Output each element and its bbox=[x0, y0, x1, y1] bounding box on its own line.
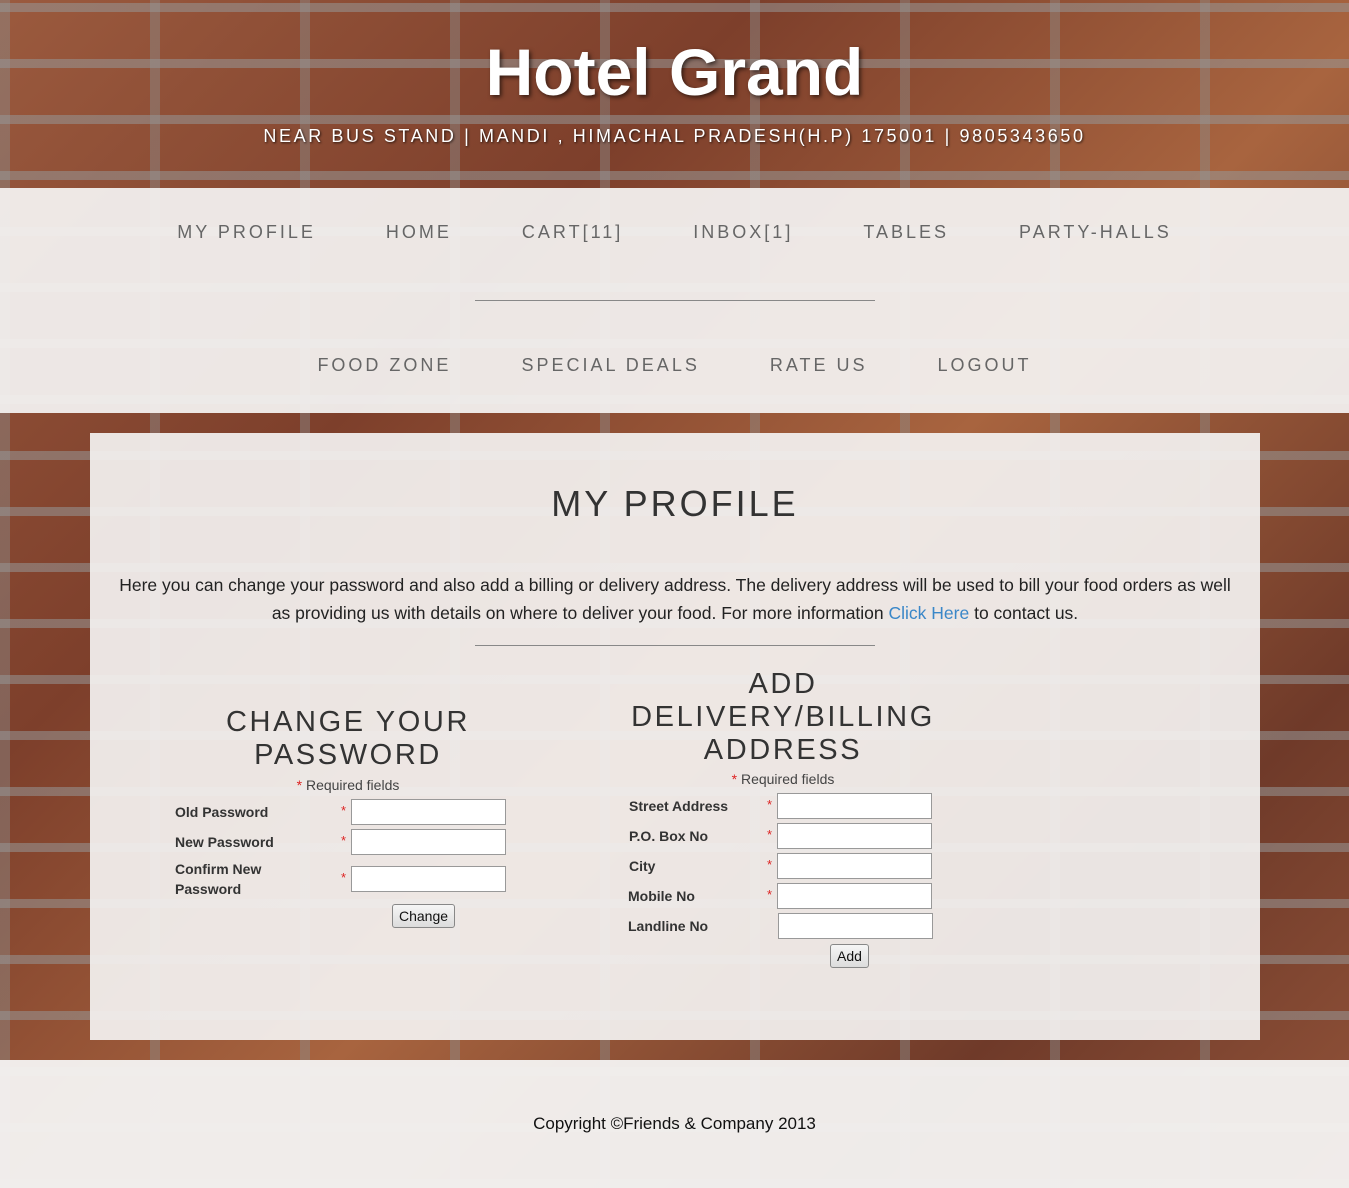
intro-text: Here you can change your password and al… bbox=[115, 571, 1235, 627]
change-password-heading-line1: CHANGE YOUR bbox=[226, 706, 470, 738]
copyright-text: Copyright ©Friends & Company 2013 bbox=[533, 1114, 816, 1133]
city-label: City bbox=[629, 858, 656, 874]
site-header: Hotel Grand NEAR BUS STAND | MANDI , HIM… bbox=[0, 0, 1349, 188]
panel-divider bbox=[475, 645, 875, 646]
nav-inbox[interactable]: INBOX[1] bbox=[658, 222, 828, 243]
nav-my-profile[interactable]: MY PROFILE bbox=[142, 222, 351, 243]
street-address-input[interactable] bbox=[777, 793, 932, 819]
nav-cart[interactable]: CART[11] bbox=[487, 222, 658, 243]
new-password-required: * bbox=[341, 833, 347, 848]
profile-panel: MY PROFILE Here you can change your pass… bbox=[90, 433, 1260, 1040]
change-password-heading: CHANGE YOUR PASSWORD bbox=[148, 706, 548, 772]
address-heading-line2: DELIVERY/BILLING bbox=[631, 701, 935, 733]
address-heading: ADD DELIVERY/BILLING ADDRESS bbox=[583, 668, 983, 767]
mobile-required: * bbox=[767, 887, 773, 902]
new-password-label: New Password bbox=[175, 834, 274, 850]
nav-row-2: FOOD ZONE SPECIAL DEALS RATE US LOGOUT bbox=[0, 355, 1349, 376]
nav-party-halls[interactable]: PARTY-HALLS bbox=[984, 222, 1207, 243]
address-heading-line3: ADDRESS bbox=[703, 734, 863, 766]
po-box-required: * bbox=[767, 827, 773, 842]
nav-special-deals[interactable]: SPECIAL DEALS bbox=[486, 355, 734, 376]
landline-input[interactable] bbox=[778, 913, 933, 939]
mobile-label: Mobile No bbox=[628, 888, 695, 904]
password-required-note: * Required fields bbox=[148, 777, 548, 793]
add-address-button[interactable]: Add bbox=[830, 944, 869, 968]
old-password-required: * bbox=[341, 803, 347, 818]
site-address: NEAR BUS STAND | MANDI , HIMACHAL PRADES… bbox=[263, 126, 1086, 146]
address-heading-line1: ADD bbox=[748, 668, 818, 700]
address-required-note-text: Required fields bbox=[737, 771, 835, 787]
nav-tables[interactable]: TABLES bbox=[828, 222, 984, 243]
nav-food-zone[interactable]: FOOD ZONE bbox=[282, 355, 486, 376]
new-password-input[interactable] bbox=[351, 829, 506, 855]
intro-text-part2: to contact us. bbox=[969, 603, 1079, 623]
confirm-password-input[interactable] bbox=[351, 866, 506, 892]
footer: Copyright ©Friends & Company 2013 bbox=[0, 1060, 1349, 1188]
required-note-text: Required fields bbox=[302, 777, 400, 793]
confirm-password-required: * bbox=[341, 870, 347, 885]
confirm-password-label-line1: Confirm New bbox=[175, 861, 262, 877]
contact-link[interactable]: Click Here bbox=[889, 603, 970, 623]
page-title: MY PROFILE bbox=[551, 483, 799, 524]
po-box-input[interactable] bbox=[777, 823, 932, 849]
main-nav: MY PROFILE HOME CART[11] INBOX[1] TABLES… bbox=[0, 188, 1349, 413]
confirm-password-label-line2: Password bbox=[175, 881, 242, 897]
nav-divider bbox=[475, 300, 875, 301]
site-title: Hotel Grand bbox=[485, 35, 864, 109]
nav-row-1: MY PROFILE HOME CART[11] INBOX[1] TABLES… bbox=[0, 222, 1349, 243]
confirm-password-label: Confirm New Password bbox=[175, 859, 261, 899]
change-password-heading-line2: PASSWORD bbox=[254, 739, 442, 771]
po-box-label: P.O. Box No bbox=[629, 828, 709, 844]
change-password-button[interactable]: Change bbox=[392, 904, 456, 928]
address-required-note: * Required fields bbox=[583, 771, 983, 787]
old-password-input[interactable] bbox=[351, 799, 506, 825]
nav-home[interactable]: HOME bbox=[351, 222, 487, 243]
nav-rate-us[interactable]: RATE US bbox=[735, 355, 903, 376]
landline-label: Landline No bbox=[628, 918, 709, 934]
city-input[interactable] bbox=[777, 853, 932, 879]
street-address-required: * bbox=[767, 797, 773, 812]
city-required: * bbox=[767, 857, 773, 872]
street-address-label: Street Address bbox=[629, 798, 729, 814]
old-password-label: Old Password bbox=[175, 804, 269, 820]
nav-logout[interactable]: LOGOUT bbox=[903, 355, 1067, 376]
mobile-input[interactable] bbox=[777, 883, 932, 909]
